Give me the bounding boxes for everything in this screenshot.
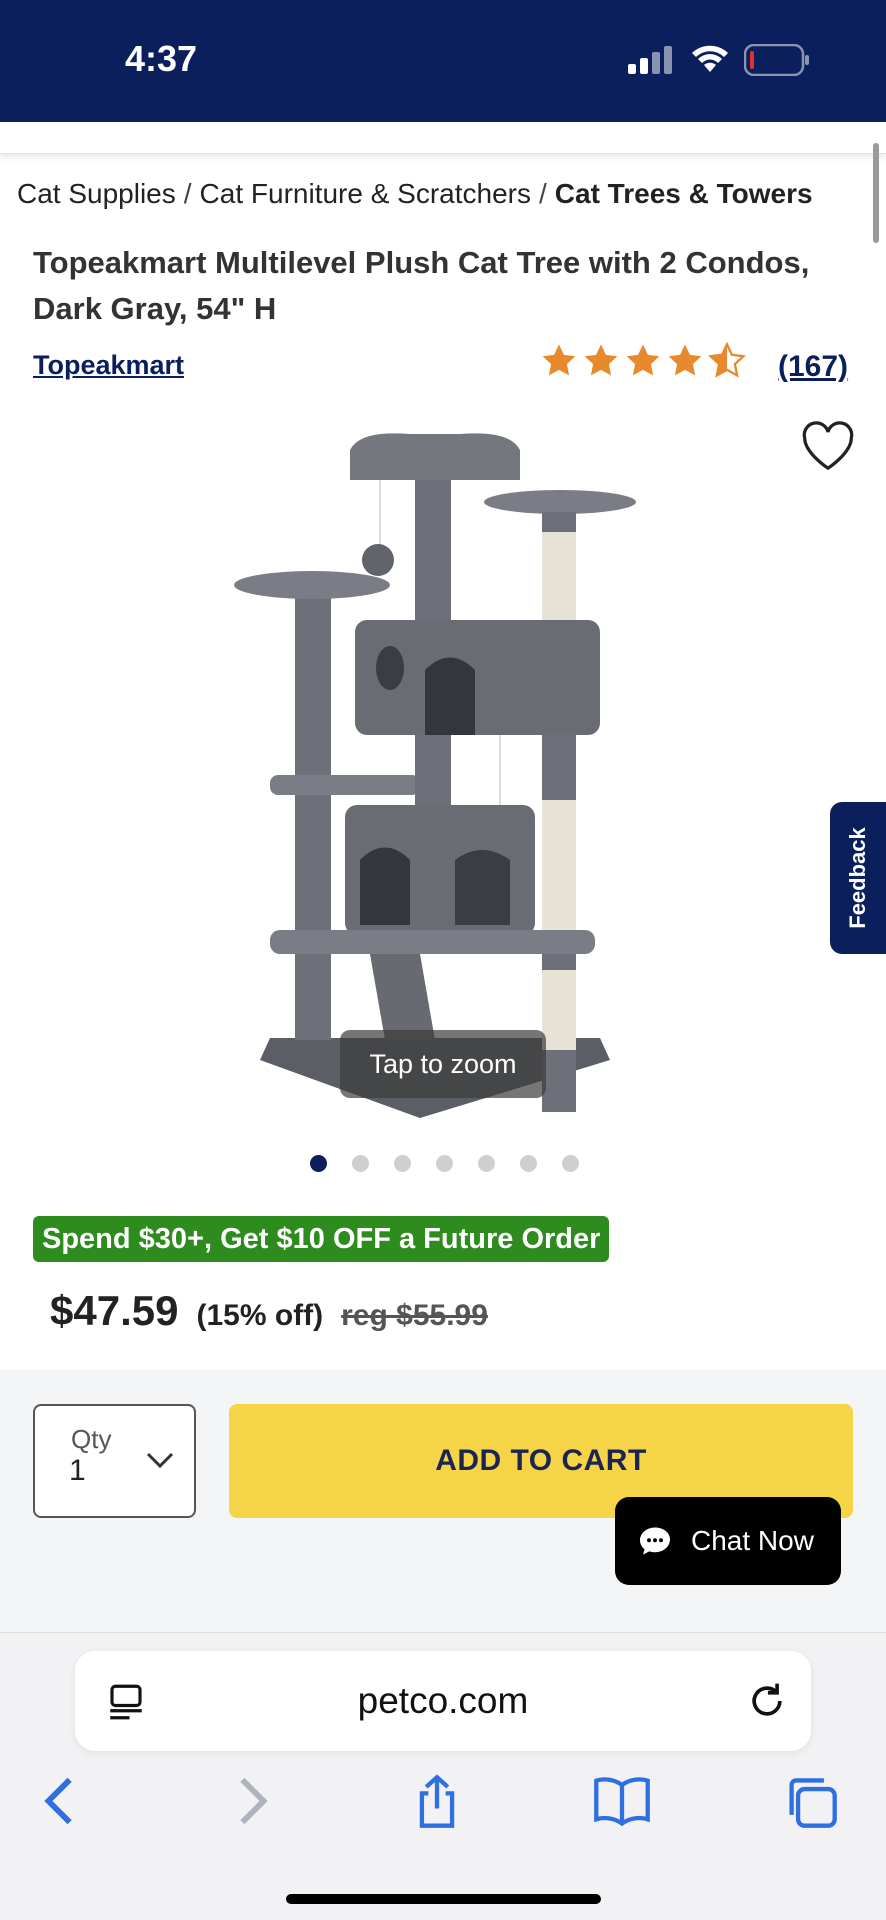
carousel-dot[interactable] — [436, 1155, 453, 1172]
brand-link[interactable]: Topeakmart — [33, 350, 184, 381]
carousel-dot[interactable] — [562, 1155, 579, 1172]
price-row: $47.59 (15% off) reg $55.99 — [50, 1287, 488, 1335]
reload-icon[interactable] — [745, 1679, 789, 1723]
image-carousel-dots — [310, 1155, 579, 1172]
address-bar[interactable]: petco.com — [75, 1651, 811, 1751]
battery-icon — [744, 44, 809, 76]
home-indicator — [286, 1894, 601, 1904]
carousel-dot[interactable] — [478, 1155, 495, 1172]
url-text: petco.com — [357, 1680, 529, 1721]
chevron-down-icon — [146, 1452, 174, 1469]
breadcrumb-link-cat-furniture[interactable]: Cat Furniture & Scratchers — [200, 178, 531, 209]
product-title: Topeakmart Multilevel Plush Cat Tree wit… — [33, 245, 810, 326]
sale-price: $47.59 — [50, 1287, 179, 1334]
cellular-signal-icon — [628, 46, 672, 74]
chat-now-button[interactable]: Chat Now — [615, 1497, 841, 1585]
share-icon[interactable] — [410, 1774, 464, 1830]
tap-to-zoom-hint[interactable]: Tap to zoom — [340, 1030, 546, 1098]
reader-mode-icon[interactable] — [105, 1681, 147, 1723]
feedback-tab[interactable]: Feedback — [830, 802, 886, 954]
promo-badge: Spend $30+, Get $10 OFF a Future Order — [33, 1216, 610, 1262]
back-arrow-icon[interactable] — [40, 1774, 80, 1828]
carousel-dot[interactable] — [310, 1155, 327, 1172]
wifi-icon — [692, 45, 728, 72]
heart-icon[interactable] — [800, 420, 856, 472]
quantity-select[interactable]: Qty 1 — [33, 1404, 196, 1518]
rating-stars[interactable] — [540, 342, 746, 380]
feedback-label: Feedback — [845, 827, 870, 929]
carousel-dot[interactable] — [520, 1155, 537, 1172]
star-half-icon — [708, 342, 746, 378]
breadcrumb-current: Cat Trees & Towers — [554, 178, 813, 209]
chat-bubble-icon — [640, 1527, 670, 1555]
review-count-link[interactable]: (167) — [778, 350, 848, 384]
status-bar: 4:37 — [0, 0, 886, 122]
forward-arrow-icon[interactable] — [232, 1774, 272, 1828]
qty-label: Qty — [71, 1424, 112, 1454]
carousel-dot[interactable] — [352, 1155, 369, 1172]
breadcrumb-separator: / — [539, 178, 547, 209]
star-full-icon — [626, 344, 660, 376]
bookmarks-icon[interactable] — [592, 1774, 652, 1826]
chat-now-label: Chat Now — [691, 1525, 814, 1556]
carousel-dot[interactable] — [394, 1155, 411, 1172]
regular-price: reg $55.99 — [341, 1299, 488, 1332]
qty-value: 1 — [69, 1454, 86, 1487]
breadcrumb-link-cat-supplies[interactable]: Cat Supplies — [17, 178, 176, 209]
status-time: 4:37 — [125, 38, 198, 79]
tabs-icon[interactable] — [782, 1774, 840, 1830]
star-full-icon — [542, 344, 576, 376]
breadcrumb: Cat Supplies / Cat Furniture & Scratchers /… — [17, 178, 813, 210]
page-scrollbar[interactable] — [873, 143, 879, 243]
discount-percent: (15% off) — [196, 1299, 324, 1332]
product-image[interactable] — [220, 420, 650, 1120]
star-full-icon — [584, 344, 618, 376]
site-header-strip — [0, 122, 886, 154]
star-full-icon — [668, 344, 702, 376]
breadcrumb-separator: / — [183, 178, 192, 209]
